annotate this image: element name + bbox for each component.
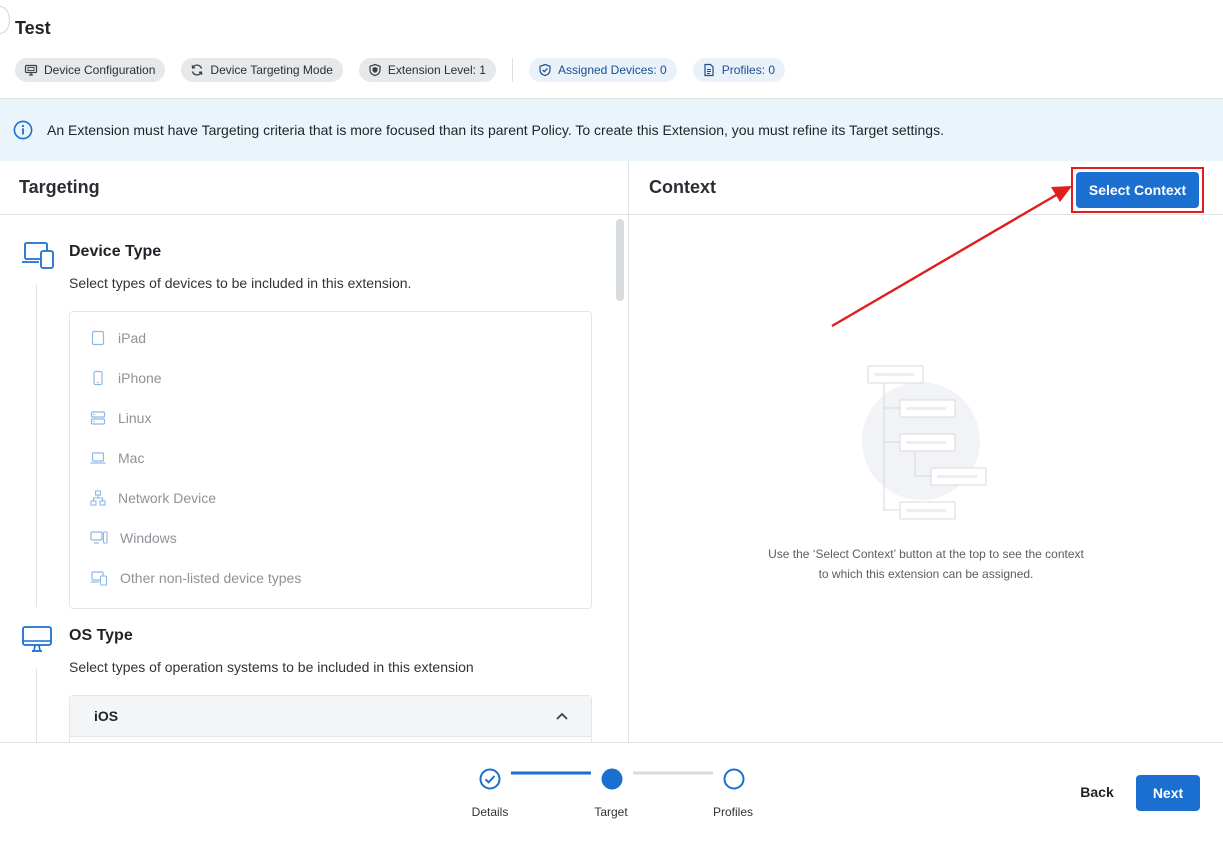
collapse-handle[interactable] [0, 6, 10, 34]
hierarchy-illustration [862, 365, 987, 520]
device-type-list: iPad iPhone Linux Mac Network Device Win… [69, 311, 592, 609]
annotation-arrow [831, 186, 1072, 328]
chip-assigned-devices[interactable]: Assigned Devices: 0 [528, 58, 677, 82]
scrollbar-thumb[interactable] [616, 219, 624, 301]
monitor-icon [22, 626, 52, 652]
step-upcoming-icon [723, 768, 745, 790]
chip-profiles[interactable]: Profiles: 0 [692, 58, 786, 82]
devices-icon [90, 571, 108, 586]
targeting-header: Targeting [0, 161, 628, 215]
device-item-iphone[interactable]: iPhone [90, 370, 162, 386]
device-item-network-device[interactable]: Network Device [90, 490, 216, 506]
desktop-tower-icon [90, 531, 108, 544]
wizard-stepper: Details Target Profiles [0, 755, 1223, 835]
device-item-windows[interactable]: Windows [90, 530, 177, 546]
phone-icon [93, 370, 103, 386]
device-item-label: Mac [118, 450, 145, 466]
laptop-icon [90, 452, 106, 464]
chip-extension-level: Extension Level: 1 [358, 58, 496, 82]
empty-line-2: to which this extension can be assigned. [818, 567, 1034, 581]
chip-divider [511, 58, 513, 82]
targeting-title: Targeting [19, 177, 100, 197]
device-item-mac[interactable]: Mac [90, 450, 144, 466]
chip-device-targeting-mode: Device Targeting Mode [181, 58, 343, 82]
device-type-description: Select types of devices to be included i… [69, 275, 412, 291]
empty-line-1: Use the ‘Select Context’ button at the t… [768, 547, 1084, 561]
os-accordion-label: iOS [94, 708, 119, 724]
context-empty-message: Use the ‘Select Context’ button at the t… [629, 544, 1223, 584]
chip-label: Device Configuration [44, 63, 156, 77]
network-icon [90, 490, 106, 506]
step-label-profiles[interactable]: Profiles [693, 805, 773, 819]
page: Test Device Configuration Device Targeti… [0, 0, 1223, 841]
device-item-label: Windows [120, 530, 177, 546]
device-type-title: Device Type [69, 243, 162, 260]
device-item-label: iPhone [118, 370, 162, 386]
os-type-title: OS Type [69, 627, 133, 644]
chip-label: Profiles: 0 [721, 63, 776, 77]
context-title: Context [649, 177, 716, 197]
step-label-target[interactable]: Target [571, 805, 651, 819]
chevron-up-icon[interactable] [555, 711, 569, 721]
device-item-label: Network Device [118, 490, 217, 506]
monitor-icon [24, 64, 38, 76]
footer-divider [0, 742, 1223, 743]
step-label-details[interactable]: Details [450, 805, 530, 819]
server-icon [90, 411, 106, 425]
device-item-ipad[interactable]: iPad [90, 330, 146, 346]
info-icon [13, 120, 33, 140]
step-completed-icon [479, 768, 501, 790]
page-title: Test [15, 18, 51, 38]
shield-check-icon [539, 63, 551, 77]
os-type-list: iOS [69, 695, 592, 742]
os-type-description: Select types of operation systems to be … [69, 659, 474, 675]
targeting-panel: Targeting Device Type Select types of de… [0, 161, 628, 742]
tablet-icon [91, 330, 105, 346]
os-type-tree-line [36, 669, 37, 742]
os-accordion-ios[interactable]: iOS [70, 696, 591, 737]
devices-icon [22, 242, 54, 269]
banner-text: An Extension must have Targeting criteri… [47, 122, 944, 138]
chip-label: Extension Level: 1 [387, 63, 486, 77]
chip-device-configuration: Device Configuration [15, 58, 166, 82]
select-context-button[interactable]: Select Context [1076, 171, 1199, 208]
chip-label: Assigned Devices: 0 [557, 63, 667, 77]
back-button[interactable]: Back [1072, 778, 1122, 806]
device-item-label: Linux [118, 410, 152, 426]
device-item-other[interactable]: Other non-listed device types [90, 570, 301, 586]
step-current-icon [601, 768, 623, 790]
next-button[interactable]: Next [1136, 775, 1200, 811]
device-item-label: iPad [118, 330, 147, 346]
document-icon [704, 63, 714, 77]
shield-icon [369, 63, 381, 77]
device-item-label: Other non-listed device types [120, 570, 302, 586]
info-banner: An Extension must have Targeting criteri… [0, 99, 1223, 161]
summary-chips: Device Configuration Device Targeting Mo… [15, 58, 801, 82]
sync-icon [192, 64, 203, 76]
device-item-linux[interactable]: Linux [90, 410, 151, 426]
device-type-tree-line [36, 285, 37, 607]
highlight-box: Select Context [1071, 166, 1204, 213]
chip-label: Device Targeting Mode [210, 63, 333, 77]
